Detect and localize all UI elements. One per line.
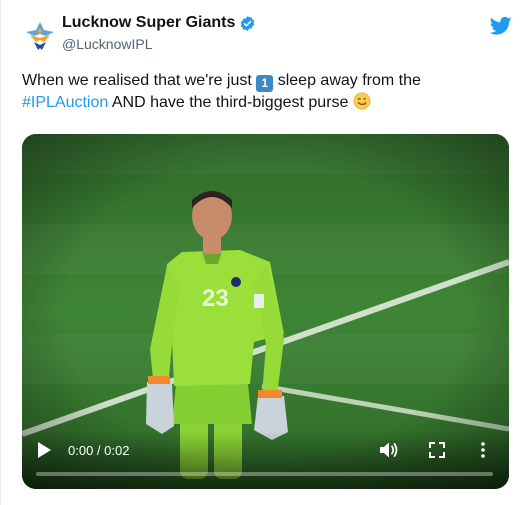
tweet-text-part: sleep away from the [273, 72, 421, 89]
more-options-icon[interactable] [478, 440, 488, 460]
twitter-bird-icon[interactable] [490, 16, 512, 36]
fullscreen-icon[interactable] [428, 441, 446, 459]
divider [0, 0, 1, 505]
tweet-text-part: When we realised that we're just [22, 72, 257, 89]
video-time: 0:00 / 0:02 [68, 443, 130, 458]
volume-icon[interactable] [378, 440, 400, 460]
keycap-one-emoji: 1 [256, 75, 274, 92]
tweet-text: When we realised that we're just 1 sleep… [22, 70, 482, 114]
video-progress-bar[interactable] [36, 472, 493, 476]
verified-badge-icon [241, 15, 255, 31]
face-savoring-food-icon [353, 92, 371, 110]
account-handle[interactable]: @LucknowIPL [62, 36, 152, 52]
tweet-text-part: AND have the third-biggest purse [108, 94, 353, 111]
tweet-card: Lucknow Super Giants @LucknowIPL When we… [0, 0, 526, 505]
lsg-logo-icon[interactable] [22, 18, 58, 54]
display-name[interactable]: Lucknow Super Giants [62, 14, 235, 32]
hashtag-link[interactable]: #IPLAuction [22, 94, 108, 111]
video-player[interactable]: 23 0:00 / 0:02 [22, 134, 509, 489]
video-controls: 0:00 / 0:02 [22, 431, 509, 489]
play-icon[interactable] [36, 441, 52, 459]
